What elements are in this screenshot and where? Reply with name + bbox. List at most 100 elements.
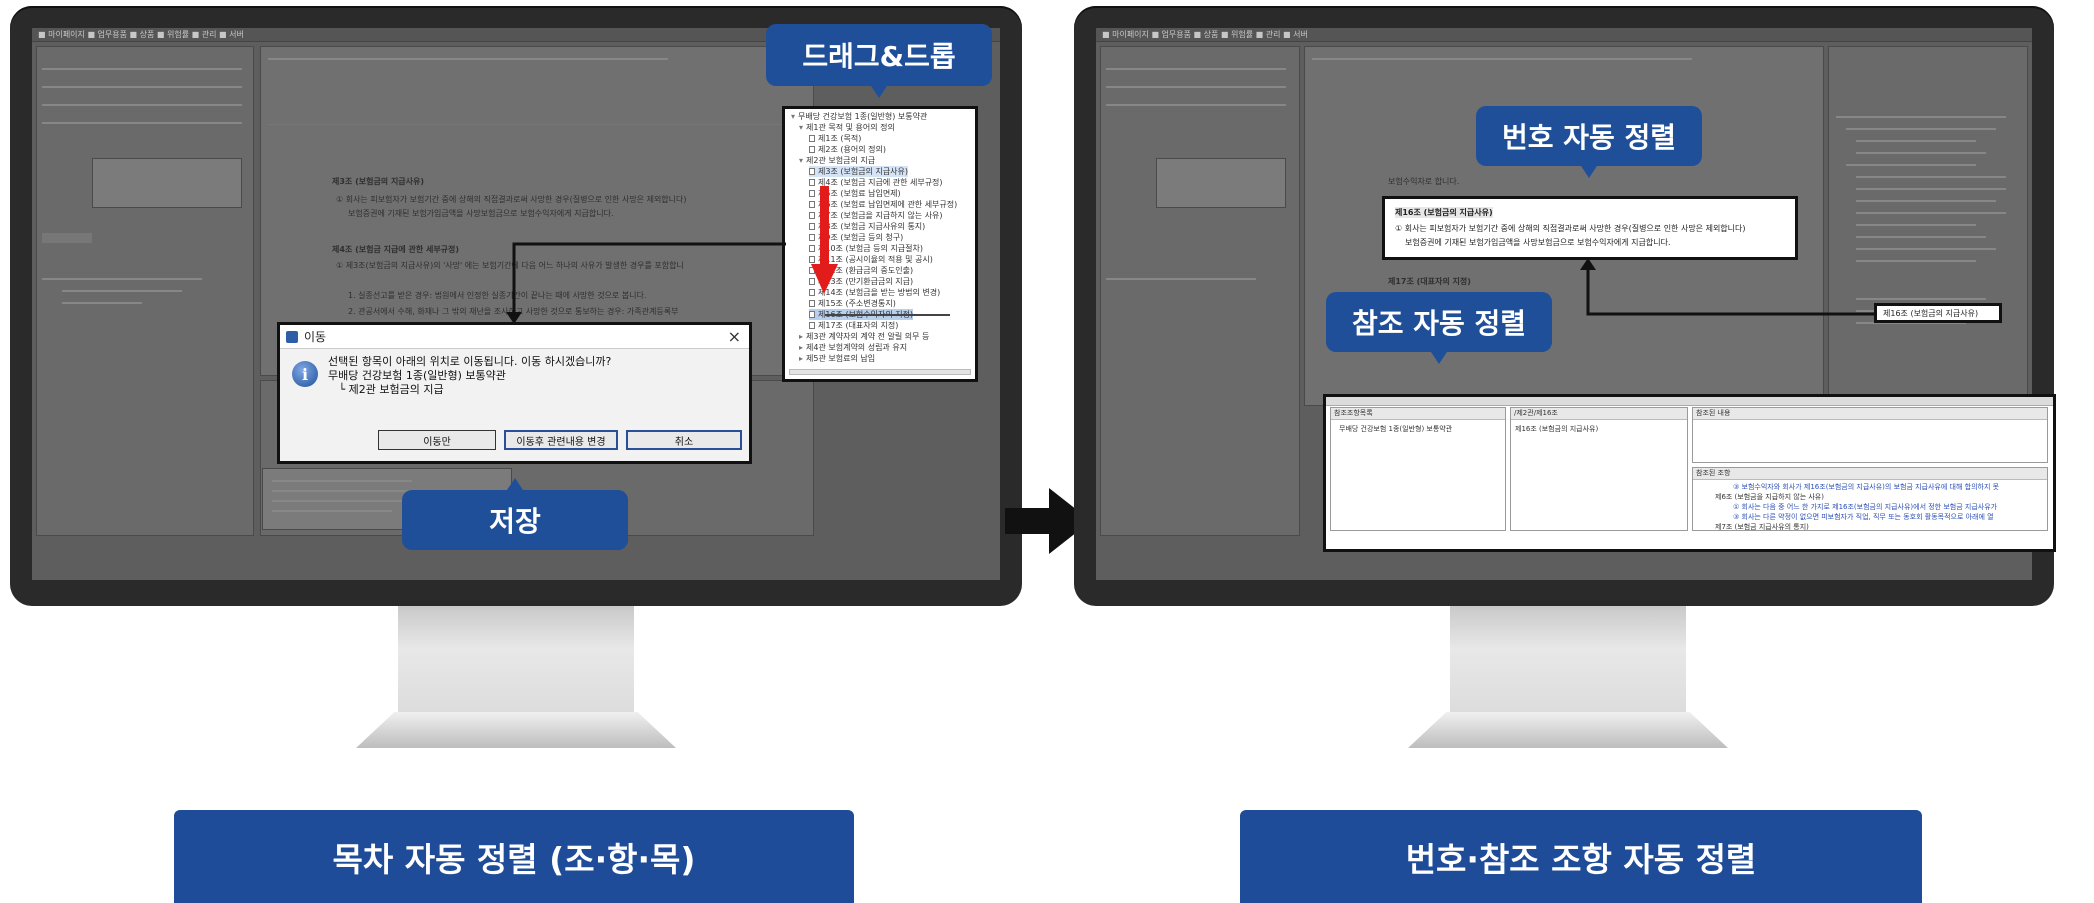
ref-line[interactable]: ③ 보험수익자와 회사가 제16조(보험금의 지급사유)의 보험금 지급사유에 … [1733,482,1999,492]
right-tree-panel [1828,46,2028,406]
callout-drag-drop: 드래그&드롭 [766,24,992,98]
ref-line[interactable]: 제6조 (보험금을 지급하지 않는 사유) [1715,492,1824,502]
search-box[interactable] [1156,158,1286,208]
tree-line [1856,176,2006,178]
tree-line [1856,152,1986,154]
ref-line[interactable]: ③ 회사는 다른 약정이 없으면 피보험자가 직업, 직무 또는 동호회 활동목… [1733,512,1994,522]
info-icon: i [292,361,318,387]
right-doc-below: 제17조 (대표자의 지정) [1388,277,1471,286]
left-doc-para1b: 보험증권에 기재된 보험가입금액을 사망보험금으로 보험수익자에게 지급합니다. [348,209,614,218]
tree-line [62,302,142,304]
tree-line [42,278,202,280]
lower-tree-line [272,510,392,512]
stage: ■ 마이페이지 ■ 업무용품 ■ 상품 ■ 위험률 ■ 관리 ■ 서버 제3조 … [0,0,2094,903]
ref-clauses-head: 참조된 조항 [1693,468,2047,480]
ref-line[interactable]: ① 회사는 다음 중 어느 한 가지로 제16조(보험금의 지급사유)에서 정한… [1733,502,1997,512]
tree-row[interactable]: ▸ 제5관 보험료의 납입 [799,353,875,364]
move-and-update-button[interactable]: 이동후 관련내용 변경 [504,430,618,450]
ref-mid-item[interactable]: 제16조 (보험금의 지급사유) [1515,424,1598,434]
ref-left-head: 참조조항목록 [1331,408,1505,420]
tree-line [1856,200,1996,202]
connector-line [506,242,786,324]
tree-line [1856,248,1996,250]
move-dialog: 이동 × i 선택된 항목이 아래의 위치로 이동됩니다. 이동 하시겠습니까?… [277,322,752,464]
tree-row[interactable]: ▾ 무배당 건강보험 1종(일반형) 보통약관 [791,111,927,122]
reference-panel-box: 참조조항목록 무배당 건강보험 1종(일반형) 보통약관 /제2관/제16조 제… [1323,394,2056,552]
filter-line [1106,104,1286,106]
tree-row[interactable]: 제2조 (용어의 정의) [809,144,886,155]
filter-line [42,104,242,106]
left-monitor-base [356,712,676,748]
search-run-button[interactable] [42,233,92,243]
right-doc-above: 보험수익자로 합니다. [1388,177,1460,186]
tree-line [1856,236,1986,238]
ref-mid-panel: /제2관/제16조 제16조 (보험금의 지급사유) [1510,407,1688,531]
tree-row[interactable]: 제1조 (목적) [809,133,861,144]
dialog-app-icon [286,330,298,343]
tree-line [1846,128,1996,130]
renumbered-article-box: 제16조 (보험금의 지급사유) ① 회사는 피보험자가 보험기간 중에 상해의… [1382,196,1798,260]
menu-text: ■ 마이페이지 ■ 업무용품 ■ 상품 ■ 위험률 ■ 관리 ■ 서버 [38,30,244,39]
dialog-message: 선택된 항목이 아래의 위치로 이동됩니다. 이동 하시겠습니까? 무배당 건강… [328,355,612,396]
article-heading: 제16조 (보험금의 지급사유) [1395,207,1493,218]
right-monitor-neck [1450,606,1686,714]
tree-line [1856,188,2006,190]
dialog-title: 이동 [304,330,327,344]
ref-mid-head: /제2관/제16조 [1511,408,1687,420]
move-only-button[interactable]: 이동만 [378,430,496,450]
tree-item-box[interactable]: 제16조 (보험금의 지급사유) [1874,303,2002,323]
lower-tree-line [272,500,402,502]
ref-content-panel: 참조된 내용 [1692,407,2048,463]
article-para1: ① 회사는 피보험자가 보험기간 중에 상해의 직접결과로써 사망한 경우(질병… [1395,224,1746,233]
ref-left-item[interactable]: 무배당 건강보험 1종(일반형) 보통약관 [1339,424,1452,434]
connector-line [1580,258,1876,316]
tree-scrollbar[interactable] [789,369,971,375]
tree-row[interactable]: ▾ 제2관 보험금의 지급 [799,155,875,166]
ref-line[interactable]: 제7조 (보험금 지급사유의 통지) [1715,522,1809,532]
ref-content-head: 참조된 내용 [1693,408,2047,420]
callout-number-sort: 번호 자동 정렬 [1476,106,1702,178]
banner-right: 번호·참조 조항 자동 정렬 [1240,810,1922,903]
left-side-panel [1100,46,1300,536]
banner-left: 목차 자동 정렬 (조·항·목) [174,810,854,903]
ref-clauses-panel: 참조된 조항 ③ 보험수익자와 회사가 제16조(보험금의 지급사유)의 보험금… [1692,467,2048,531]
callout-reference-sort: 참조 자동 정렬 [1326,292,1552,364]
callout-save: 저장 [402,478,628,550]
filter-line [42,86,242,88]
lower-tree-line [272,480,412,482]
tree-line [62,290,182,292]
right-monitor-base [1408,712,1728,748]
tree-line [1856,224,1976,226]
close-icon[interactable]: × [728,327,741,346]
ref-tabbar [1326,397,2053,406]
tree-line [1856,140,1976,142]
tree-row-selected[interactable]: 제3조 (보험금의 지급사유) [809,166,909,177]
path-bar [1312,58,1692,60]
left-doc-heading1: 제3조 (보험금의 지급사유) [332,177,425,186]
drag-arrow-icon [811,186,838,294]
tree-line [1106,278,1256,280]
tree-row[interactable]: ▸ 제3관 계약자의 계약 전 알릴 의무 등 [799,331,929,342]
tree-line [1836,116,2006,118]
ruler [268,124,808,125]
filter-line [1106,86,1286,88]
filter-line [42,68,242,70]
drop-indicator [825,314,950,316]
left-doc-heading2: 제4조 (보험금 지급에 관한 세부규정) [332,245,460,254]
article-para2: 보험증권에 기재된 보험가입금액을 사망보험금으로 보험수익자에게 지급합니다. [1405,238,1671,247]
filter-line [1106,68,1286,70]
dialog-titlebar: 이동 × [280,325,749,349]
left-doc-para1: ① 회사는 피보험자가 보험기간 중에 상해의 직접결과로써 사망한 경우(질병… [336,195,687,204]
menu-text: ■ 마이페이지 ■ 업무용품 ■ 상품 ■ 위험률 ■ 관리 ■ 서버 [1102,30,1308,39]
tree-row[interactable]: ▸ 제4관 보험계약의 성립과 유지 [799,342,907,353]
tree-row[interactable]: ▾ 제1관 목적 및 용어의 정의 [799,122,895,133]
tree-row[interactable]: 제17조 (대표자의 지정) [809,320,898,331]
tree-line [1846,164,1976,166]
ref-left-panel: 참조조항목록 무배당 건강보험 1종(일반형) 보통약관 [1330,407,1506,531]
cancel-button[interactable]: 취소 [626,430,742,450]
path-bar [268,58,668,60]
search-box[interactable] [92,158,242,208]
tree-line [1856,212,2006,214]
filter-line [42,122,242,124]
lower-tree-line [272,490,422,492]
